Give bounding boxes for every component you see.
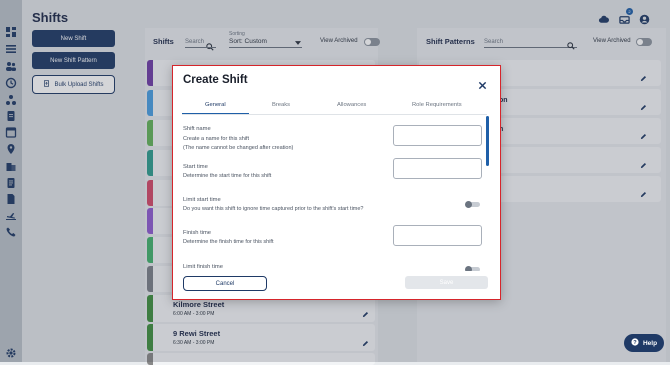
shift-name-note: (The name cannot be changed after creati… [183, 145, 294, 151]
close-icon[interactable] [478, 77, 487, 90]
start-time-label: Start time [183, 164, 208, 170]
shift-name-input[interactable] [393, 125, 482, 146]
cancel-button[interactable]: Cancel [183, 276, 267, 291]
limit-start-time-label: Limit start time [183, 197, 221, 203]
save-button[interactable]: Save [405, 276, 488, 289]
finish-time-input[interactable] [393, 225, 482, 246]
finish-time-label: Finish time [183, 230, 212, 236]
start-time-description: Determine the start time for this shift [183, 173, 272, 179]
active-tab-indicator [182, 113, 249, 114]
tab-divider [182, 114, 487, 115]
help-button[interactable]: ? Help [624, 334, 664, 352]
tab-allowances[interactable]: Allowances [337, 102, 366, 108]
modal-scrollbar-thumb[interactable] [486, 116, 489, 166]
start-time-input[interactable] [393, 158, 482, 179]
limit-finish-time-label: Limit finish time [183, 264, 223, 270]
help-label: Help [642, 339, 658, 347]
modal-title: Create Shift [183, 74, 248, 86]
limit-start-time-description: Do you want this shift to ignore time ca… [183, 206, 364, 212]
tab-general[interactable]: General [205, 102, 226, 108]
limit-start-time-toggle[interactable] [465, 201, 480, 208]
tab-role-requirements[interactable]: Role Requirements [412, 102, 462, 108]
finish-time-description: Determine the finish time for this shift [183, 239, 274, 245]
help-question-icon: ? [631, 338, 639, 348]
shift-name-label: Shift name [183, 126, 211, 132]
tab-breaks[interactable]: Breaks [272, 102, 290, 108]
svg-text:?: ? [633, 340, 637, 346]
create-shift-modal: Create Shift General Breaks Allowances R… [172, 65, 501, 300]
